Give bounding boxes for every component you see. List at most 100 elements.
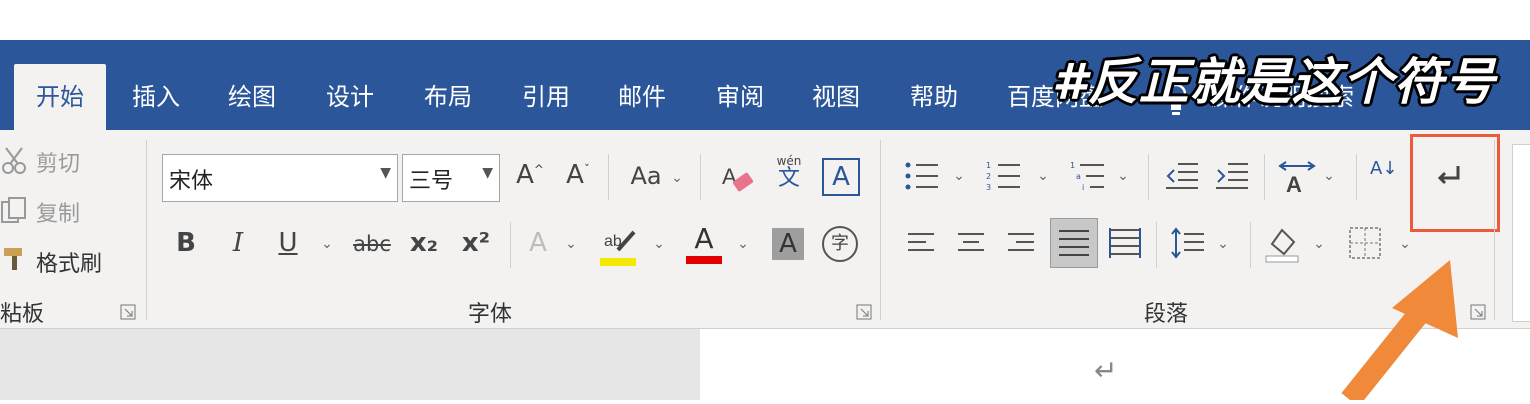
font-color-swatch: [686, 256, 722, 264]
chevron-down-icon[interactable]: ⌄: [952, 168, 966, 184]
bold-button[interactable]: B: [172, 228, 200, 258]
document-margin: [0, 329, 700, 400]
svg-text:3: 3: [986, 183, 991, 192]
tab-mailings[interactable]: 邮件: [604, 58, 680, 130]
font-group-label: 字体: [468, 302, 513, 327]
clear-formatting-icon[interactable]: A: [718, 158, 758, 198]
copy-button[interactable]: 复制: [36, 196, 80, 228]
separator: [700, 154, 701, 200]
subscript-button[interactable]: x₂: [406, 228, 442, 258]
align-center-icon[interactable]: [956, 230, 986, 256]
separator: [608, 154, 609, 200]
tab-view[interactable]: 视图: [798, 58, 874, 130]
distributed-icon[interactable]: [1108, 226, 1142, 260]
separator: [1264, 154, 1265, 200]
tab-review[interactable]: 审阅: [702, 58, 778, 130]
justify-icon: [1059, 230, 1089, 256]
font-size-value: 三号: [409, 169, 454, 194]
paragraph-group-label: 段落: [1144, 302, 1189, 327]
cut-button[interactable]: 剪切: [36, 146, 80, 178]
superscript-button[interactable]: x²: [458, 228, 494, 258]
cut-icon: [0, 146, 30, 176]
tab-help[interactable]: 帮助: [896, 58, 972, 130]
highlight-box: [1410, 134, 1500, 232]
group-separator: [1494, 140, 1495, 320]
align-right-icon[interactable]: [1006, 230, 1036, 256]
group-separator: [146, 140, 147, 320]
chevron-down-icon[interactable]: ⌄: [1216, 236, 1230, 252]
line-spacing-icon[interactable]: [1170, 226, 1206, 260]
shrink-font-button[interactable]: Aˇ: [562, 160, 594, 190]
tab-home[interactable]: 开始: [14, 64, 106, 130]
sort-button[interactable]: A↓: [1370, 158, 1410, 194]
format-painter-icon: [0, 244, 30, 274]
svg-text:A: A: [1286, 172, 1302, 194]
chinese-layout-icon[interactable]: A: [1278, 158, 1316, 197]
font-size-dropdown[interactable]: 三号 ▼: [402, 154, 500, 202]
styles-gallery-edge[interactable]: [1512, 144, 1530, 322]
callout-arrow: [1330, 250, 1480, 404]
justify-button[interactable]: [1050, 218, 1098, 268]
dialog-launcher-icon[interactable]: [856, 304, 872, 320]
change-case-button[interactable]: Aa: [624, 162, 668, 190]
font-name-dropdown[interactable]: 宋体 ▼: [162, 154, 398, 202]
separator: [1156, 222, 1157, 268]
multilevel-icon[interactable]: 1ai: [1070, 160, 1106, 192]
svg-text:1: 1: [986, 161, 991, 170]
top-strip: [0, 0, 1530, 41]
chevron-down-icon[interactable]: ⌄: [1116, 168, 1130, 184]
text-effects-button[interactable]: A: [522, 228, 554, 258]
separator: [510, 222, 511, 268]
enclose-characters-button[interactable]: 字: [822, 226, 858, 262]
phonetic-bottom: 文: [777, 166, 800, 191]
format-painter-button[interactable]: 格式刷: [36, 246, 102, 278]
chevron-down-icon[interactable]: ⌄: [652, 236, 666, 252]
tab-insert[interactable]: 插入: [118, 58, 194, 130]
chevron-down-icon[interactable]: ⌄: [1036, 168, 1050, 184]
chevron-down-icon[interactable]: ⌄: [564, 236, 578, 252]
shading-icon[interactable]: [1264, 224, 1302, 264]
decrease-indent-icon[interactable]: [1164, 160, 1200, 192]
dialog-launcher-icon[interactable]: [120, 304, 136, 320]
chevron-down-icon[interactable]: ⌄: [670, 170, 684, 186]
group-separator: [880, 140, 881, 320]
grow-font-label: A: [516, 160, 534, 190]
chevron-down-icon[interactable]: ⌄: [1322, 168, 1336, 184]
strikethrough-button[interactable]: abc: [350, 232, 394, 256]
tab-layout[interactable]: 布局: [410, 58, 486, 130]
svg-text:a: a: [1076, 172, 1081, 181]
overlay-caption: #反正就是这个符号: [1052, 53, 1496, 111]
tab-design[interactable]: 设计: [312, 58, 388, 130]
chevron-down-icon[interactable]: ⌄: [736, 236, 750, 252]
separator: [1148, 154, 1149, 200]
character-shading-button[interactable]: A: [772, 228, 804, 260]
chevron-down-icon[interactable]: ⌄: [1312, 236, 1326, 252]
grow-font-button[interactable]: A^: [514, 160, 546, 190]
font-color-label: A: [694, 222, 714, 255]
font-name-value: 宋体: [169, 169, 214, 194]
phonetic-guide-button[interactable]: wén 文: [768, 154, 810, 202]
bullets-icon[interactable]: [904, 160, 940, 192]
svg-text:2: 2: [986, 172, 991, 181]
font-color-button[interactable]: A: [686, 222, 722, 268]
numbering-icon[interactable]: 1 2 3: [986, 160, 1022, 192]
italic-button[interactable]: I: [224, 228, 252, 258]
underline-button[interactable]: U: [274, 228, 302, 258]
clipboard-group-label: 粘板: [0, 302, 45, 327]
copy-icon: [0, 196, 28, 226]
shrink-font-label: A: [566, 160, 584, 190]
chevron-down-icon: ▼: [482, 165, 493, 181]
character-border-button[interactable]: A: [822, 158, 860, 196]
separator: [1356, 154, 1357, 200]
chevron-down-icon[interactable]: ⌄: [320, 236, 334, 252]
svg-text:1: 1: [1070, 161, 1075, 170]
tab-references[interactable]: 引用: [508, 58, 584, 130]
highlight-color-button[interactable]: ab: [600, 224, 640, 268]
chevron-down-icon: ▼: [380, 165, 391, 181]
tab-draw[interactable]: 绘图: [214, 58, 290, 130]
paragraph-mark: ↵: [1094, 354, 1118, 387]
increase-indent-icon[interactable]: [1214, 160, 1250, 192]
svg-text:i: i: [1082, 183, 1084, 192]
separator: [1250, 222, 1251, 268]
align-left-icon[interactable]: [906, 230, 936, 256]
